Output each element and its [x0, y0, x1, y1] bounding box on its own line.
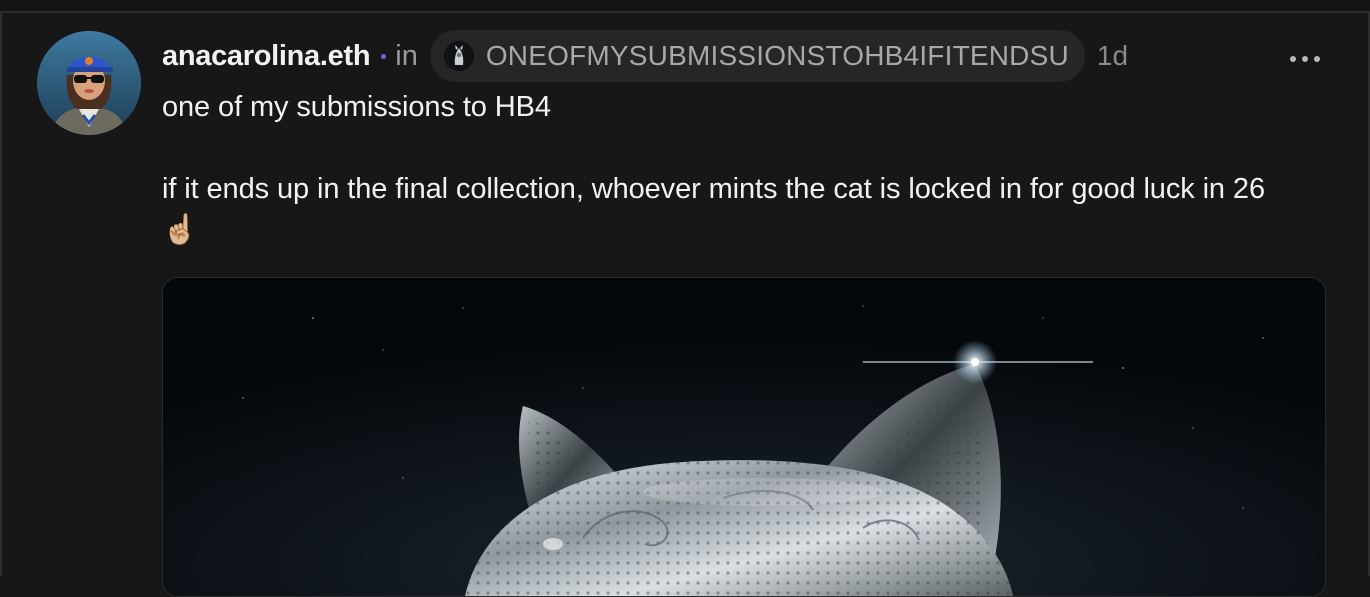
avatar[interactable]: [37, 31, 141, 135]
post-header: anacarolina.eth in ONEOFMYSUBMISSIONSTOH…: [162, 30, 1128, 82]
card-border-left: [0, 11, 2, 576]
channel-name: ONEOFMYSUBMISSIONSTOHB4IFITENDSU: [485, 40, 1069, 71]
timestamp[interactable]: 1d: [1097, 40, 1128, 72]
more-options-button[interactable]: [1282, 44, 1328, 74]
more-horizontal-icon: [1290, 56, 1296, 62]
channel-avatar-icon: [443, 41, 474, 71]
in-label: in: [395, 39, 418, 72]
post-card: anacarolina.eth in ONEOFMYSUBMISSIONSTOH…: [0, 0, 1370, 597]
author-name[interactable]: anacarolina.eth: [162, 40, 371, 73]
dot-separator-icon: [381, 53, 387, 59]
post-text-line: one of my submissions to HB4: [162, 91, 551, 123]
more-horizontal-icon: [1314, 56, 1320, 62]
previous-item-edge: [0, 0, 1370, 11]
post-image[interactable]: [162, 277, 1326, 597]
divider: [0, 11, 1370, 13]
post-text-line: if it ends up in the final collection, w…: [162, 173, 1265, 246]
post-body: one of my submissions to HB4 if it ends …: [162, 87, 1292, 251]
channel-pill[interactable]: ONEOFMYSUBMISSIONSTOHB4IFITENDSU: [429, 30, 1085, 82]
more-horizontal-icon: [1302, 56, 1308, 62]
